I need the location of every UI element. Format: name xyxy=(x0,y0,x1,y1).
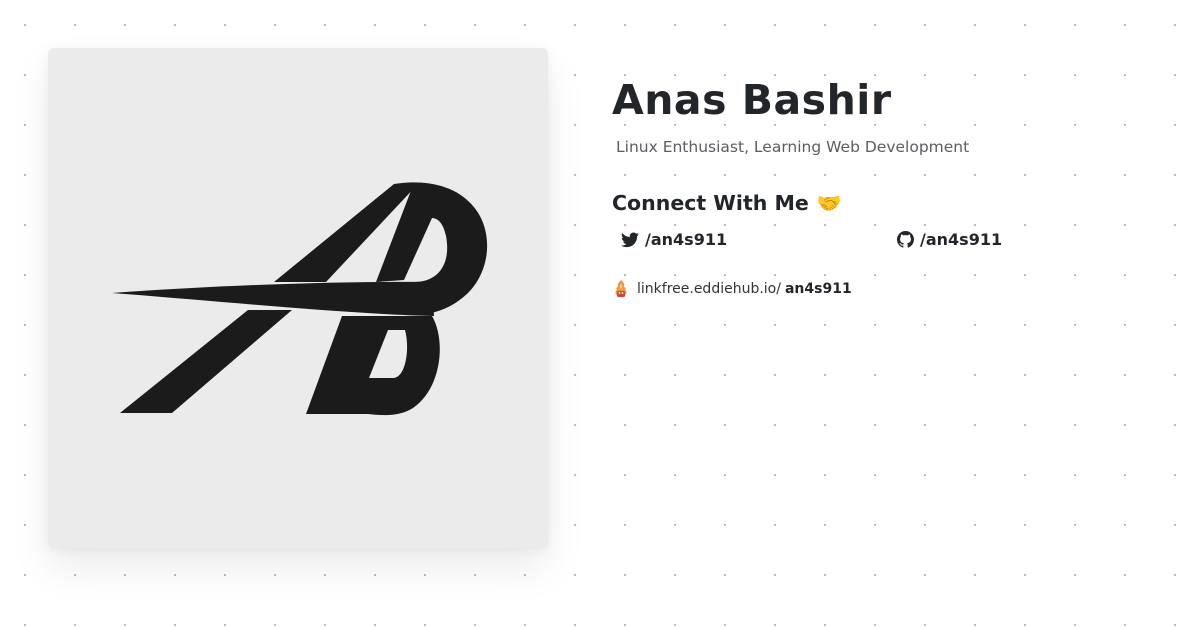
twitter-icon xyxy=(621,232,639,247)
twitter-link[interactable]: /an4s911 xyxy=(621,230,727,249)
github-handle: /an4s911 xyxy=(920,230,1003,249)
profile-name: Anas Bashir xyxy=(612,76,892,124)
logo-b-bottom-bowl xyxy=(306,316,440,416)
handshake-emoji: 🤝 xyxy=(816,191,842,215)
linkfree-icon xyxy=(615,280,627,297)
profile-info: Anas Bashir Linux Enthusiast, Learning W… xyxy=(612,74,1172,299)
profile-tagline: Linux Enthusiast, Learning Web Developme… xyxy=(616,138,970,156)
connect-heading-text: Connect With Me xyxy=(612,191,809,215)
twitter-handle: /an4s911 xyxy=(645,230,728,249)
social-links: /an4s911 /an4s911 xyxy=(612,230,1172,260)
linkfree-username: an4s911 xyxy=(784,281,852,297)
logo-a-lower-stroke xyxy=(120,310,292,413)
linkfree-link[interactable]: linkfree.eddiehub.io/ an4s911 xyxy=(612,279,1172,299)
profile-logo-card xyxy=(48,48,548,548)
ab-logo xyxy=(112,182,488,416)
github-icon xyxy=(897,231,914,248)
github-link[interactable]: /an4s911 xyxy=(897,230,1002,249)
connect-heading: Connect With Me 🤝 xyxy=(612,190,1172,216)
linkfree-domain: linkfree.eddiehub.io/ xyxy=(637,281,781,297)
